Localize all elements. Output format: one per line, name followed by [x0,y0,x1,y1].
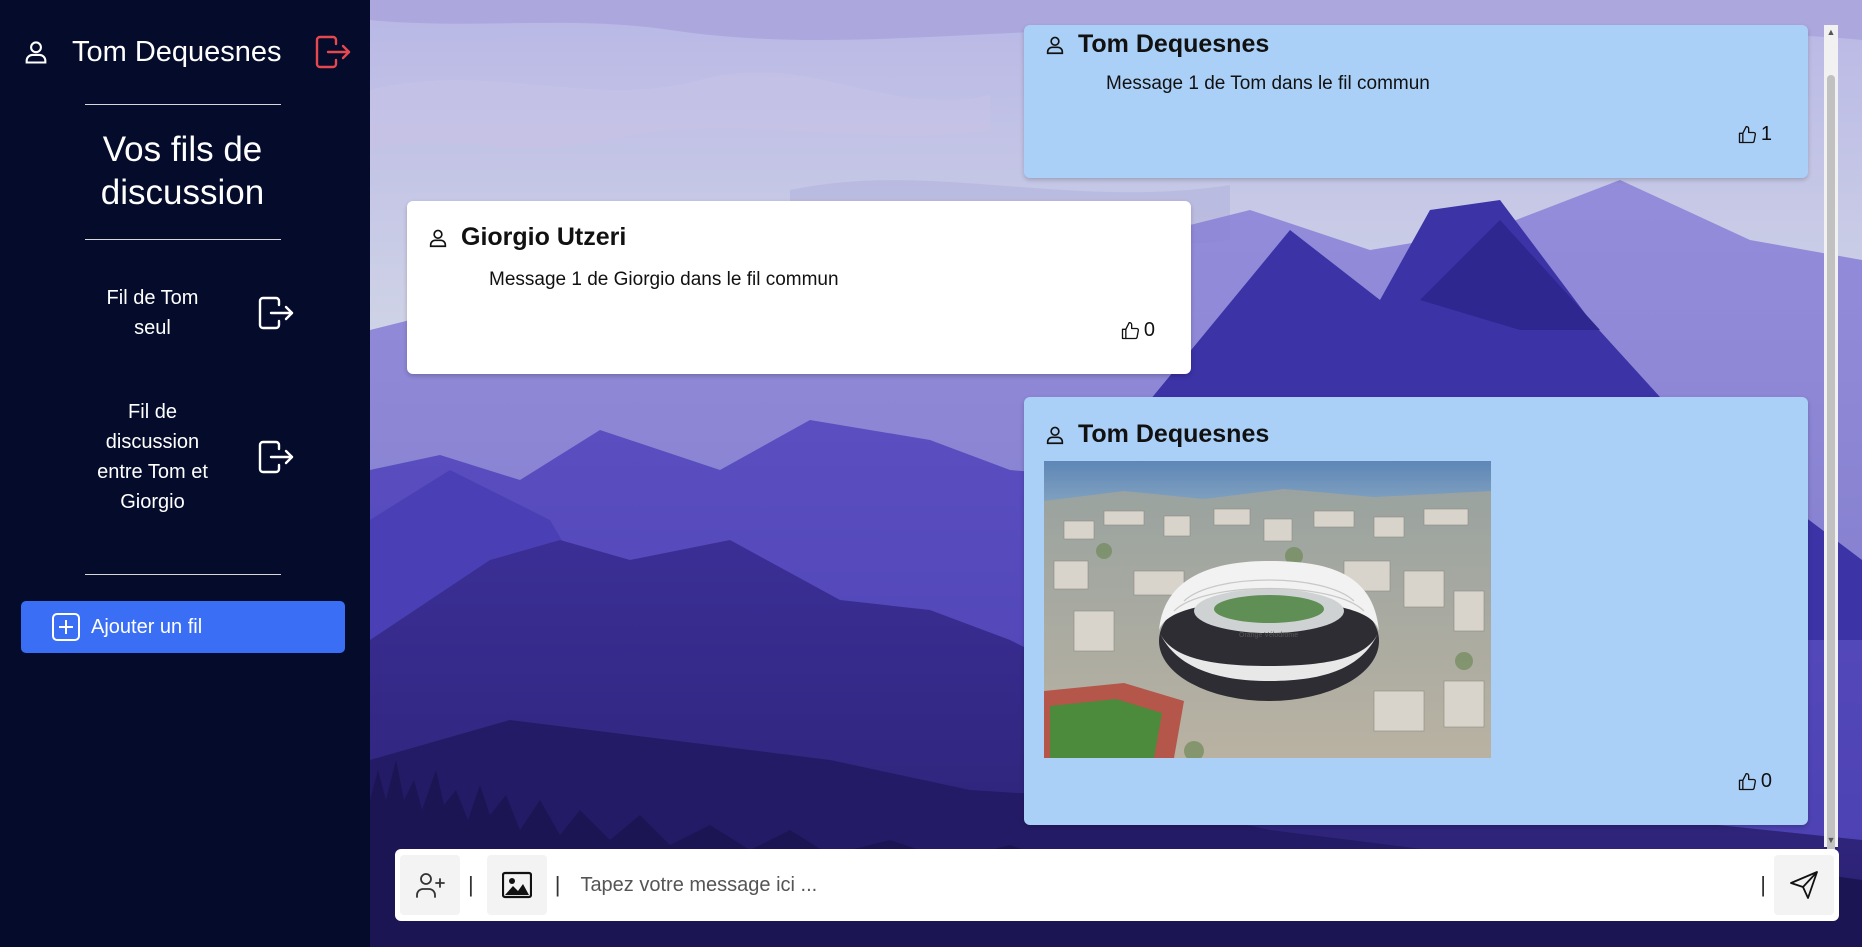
user-icon [25,41,47,64]
user-name: Tom Dequesnes [72,35,282,68]
add-image-button[interactable] [486,855,547,915]
scroll-up-arrow[interactable]: ▲ [1824,25,1838,39]
like-count: 0 [1143,319,1155,341]
user-icon [1046,36,1064,54]
message-text: Message 1 de Giorgio dans le fil commun [489,269,839,290]
message-header: Tom Dequesnes [1044,30,1269,59]
user-icon [429,229,447,247]
divider [85,104,281,105]
separator: | [468,872,474,897]
scroll-down-arrow[interactable]: ▼ [1824,833,1838,847]
add-user-icon [416,873,445,898]
message-author: Tom Dequesnes [1078,30,1270,58]
send-button[interactable] [1774,855,1834,915]
like-count: 1 [1760,123,1772,145]
logout-icon[interactable] [314,35,352,69]
sidebar-title: Vos fils de discussion [100,130,265,212]
like-button[interactable]: 0 [1737,770,1772,793]
thread-item-tom-seul[interactable]: Fil de Tom seul [90,283,330,343]
enter-thread-icon[interactable] [257,296,295,330]
stadium-photo[interactable]: Orange Vélodrome [1044,461,1491,758]
image-icon [501,871,532,899]
thread-label: Fil de discussion entre Tom et Giorgio [97,401,208,513]
add-user-button[interactable] [400,855,460,915]
sidebar: Tom Dequesnes Vos fils de discussion Fil… [0,0,370,947]
separator: | [1760,872,1766,897]
add-thread-label: Ajouter un fil [91,615,203,638]
like-count: 0 [1760,770,1772,792]
like-button[interactable]: 0 [1120,319,1155,342]
like-button[interactable]: 1 [1737,123,1772,146]
separator: | [554,872,561,897]
message-bubble: Tom Dequesnes Orange Vélodrome 0 [1024,397,1808,825]
message-input[interactable] [568,865,1753,905]
user-icon [1046,426,1064,444]
thumbs-up-icon [1738,772,1756,790]
thumbs-up-icon [1738,125,1756,143]
plus-icon [52,613,80,641]
stadium-sign: Orange Vélodrome [1239,632,1298,639]
message-header: Giorgio Utzeri [427,223,626,252]
enter-thread-icon[interactable] [257,440,295,474]
message-header: Tom Dequesnes [1044,420,1269,449]
message-author: Giorgio Utzeri [461,223,627,251]
thumbs-up-icon [1121,321,1139,339]
message-composer: | | | [395,849,1839,921]
scroll-thumb[interactable] [1827,75,1835,855]
message-author: Tom Dequesnes [1078,420,1270,448]
message-bubble: Giorgio Utzeri Message 1 de Giorgio dans… [407,201,1191,374]
message-bubble: Tom Dequesnes Message 1 de Tom dans le f… [1024,25,1808,178]
divider [85,574,281,575]
chat-scrollbar[interactable]: ▲ ▼ [1824,25,1838,855]
divider [85,239,281,240]
current-user: Tom Dequesnes [22,30,352,74]
thread-label: Fil de Tom seul [106,287,199,339]
add-thread-button[interactable]: Ajouter un fil [21,601,345,653]
thread-item-tom-giorgio[interactable]: Fil de discussion entre Tom et Giorgio [90,397,330,517]
message-text: Message 1 de Tom dans le fil commun [1106,73,1430,94]
send-icon [1790,871,1818,899]
